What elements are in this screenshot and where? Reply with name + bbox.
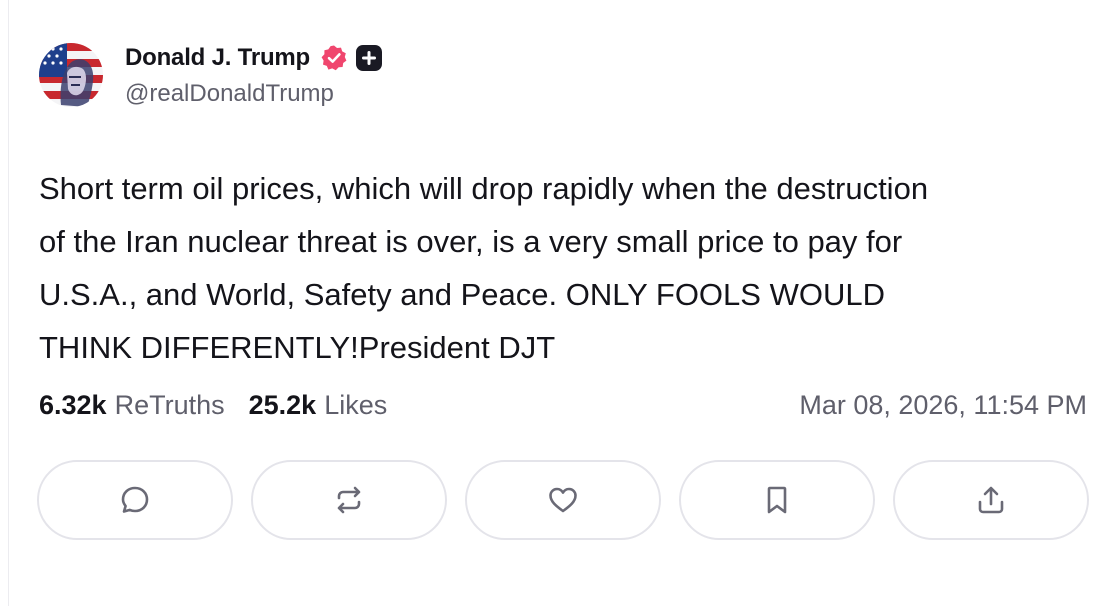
comment-icon (121, 486, 149, 513)
plus-icon (356, 45, 383, 71)
share-button[interactable] (893, 460, 1089, 540)
likes-stat[interactable]: 25.2k Likes (249, 390, 388, 421)
bookmark-button[interactable] (679, 460, 875, 540)
retruths-stat[interactable]: 6.32k ReTruths (39, 390, 225, 421)
heart-icon (549, 487, 577, 513)
reply-button[interactable] (37, 460, 233, 540)
avatar[interactable] (39, 43, 103, 107)
post-stats: 6.32k ReTruths 25.2k Likes Mar 08, 2026,… (39, 390, 1087, 421)
repost-icon (337, 486, 361, 514)
post-body: Short term oil prices, which will drop r… (39, 171, 929, 365)
name-row: Donald J. Trump (125, 42, 383, 74)
likes-label: Likes (324, 390, 388, 420)
likes-count: 25.2k (248, 390, 317, 420)
author-info: Donald J. Trump @realDonaldTrump (125, 42, 383, 108)
avatar-image (39, 43, 103, 107)
like-button[interactable] (465, 460, 661, 540)
share-icon (978, 486, 1004, 514)
bookmark-icon (767, 486, 787, 514)
retruths-label: ReTruths (114, 390, 225, 420)
author-display-name[interactable]: Donald J. Trump (125, 44, 310, 72)
post-timestamp[interactable]: Mar 08, 2026, 11:54 PM (799, 390, 1087, 421)
post-header: Donald J. Trump @realDonaldTrump (39, 42, 383, 108)
author-handle[interactable]: @realDonaldTrump (125, 80, 382, 108)
post-card: Donald J. Trump @realDonaldTrump Short t… (8, 0, 1118, 606)
retruth-button[interactable] (251, 460, 447, 540)
action-bar (37, 460, 1089, 540)
retruths-count: 6.32k (39, 390, 107, 420)
verified-badge-icon (320, 44, 348, 72)
